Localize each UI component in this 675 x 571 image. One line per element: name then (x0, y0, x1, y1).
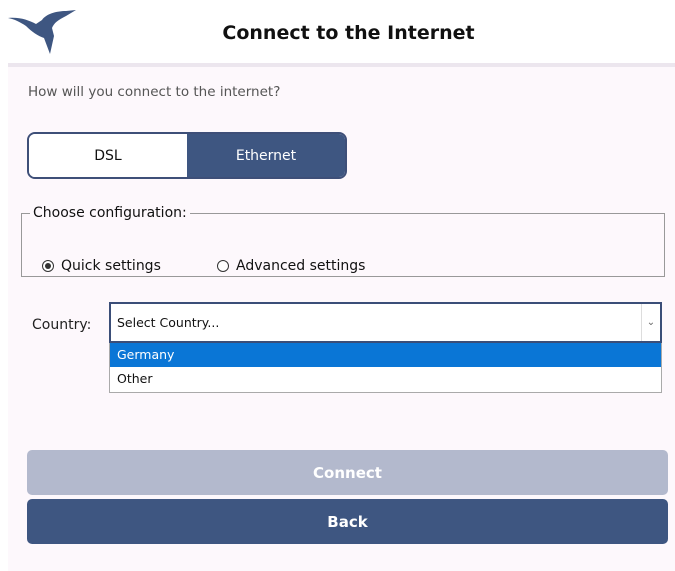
radio-unchecked-icon (217, 260, 229, 272)
ethernet-option[interactable]: Ethernet (187, 134, 345, 177)
radio-checked-icon (42, 260, 54, 272)
header: Connect to the Internet (0, 0, 675, 64)
dsl-option[interactable]: DSL (29, 134, 187, 177)
country-dropdown-list: Germany Other (109, 343, 662, 393)
advanced-settings-radio[interactable]: Advanced settings (217, 258, 365, 274)
country-label: Country: (32, 317, 92, 333)
country-option-germany[interactable]: Germany (110, 343, 661, 367)
connect-button[interactable]: Connect (27, 450, 668, 495)
page-title: Connect to the Internet (222, 22, 475, 44)
country-select-value: Select Country... (117, 315, 220, 330)
configuration-group: Choose configuration: Quick settings Adv… (21, 205, 665, 277)
quick-settings-label: Quick settings (61, 258, 161, 274)
main-panel: How will you connect to the internet? DS… (8, 67, 675, 571)
quick-settings-radio[interactable]: Quick settings (42, 258, 161, 274)
connection-question: How will you connect to the internet? (28, 84, 281, 100)
advanced-settings-label: Advanced settings (236, 258, 366, 274)
country-select[interactable]: Select Country... ⌄ (109, 302, 662, 343)
configuration-legend: Choose configuration: (33, 205, 187, 221)
country-option-other[interactable]: Other (110, 367, 661, 391)
back-button[interactable]: Back (27, 499, 668, 544)
chevron-down-icon[interactable]: ⌄ (641, 304, 660, 341)
connection-type-toggle: DSL Ethernet (27, 132, 347, 179)
